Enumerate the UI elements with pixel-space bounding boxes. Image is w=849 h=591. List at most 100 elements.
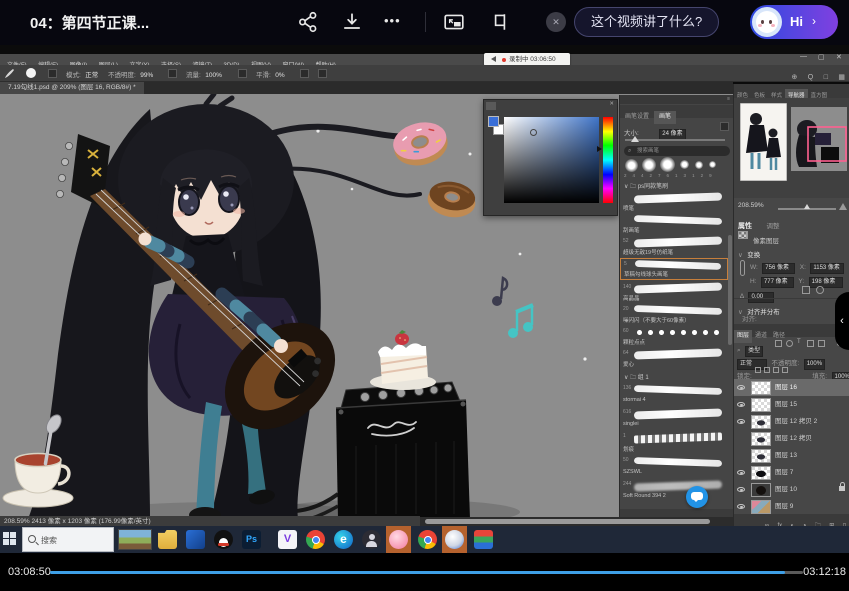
chrome-icon-2[interactable] xyxy=(418,530,437,549)
brush-item[interactable]: 1 划痕 xyxy=(620,431,728,455)
zoom-percent[interactable]: 208.59% xyxy=(738,202,764,209)
game-window-thumbnail[interactable] xyxy=(118,529,152,550)
pip-icon[interactable] xyxy=(442,11,466,33)
photoshop-icon[interactable]: Ps xyxy=(242,530,261,549)
filter-shape-icon[interactable] xyxy=(807,340,814,347)
home-icon[interactable]: ⊕ xyxy=(791,74,797,81)
brush-panel-toggle-icon[interactable] xyxy=(48,69,57,78)
brush-group-2[interactable]: ∨ 🗀 组 1 xyxy=(624,372,649,383)
start-button[interactable] xyxy=(3,532,17,546)
panel-menu-icon[interactable]: ≡ xyxy=(727,96,730,102)
foreground-color-swatch[interactable] xyxy=(488,116,499,127)
layer-thumbnail[interactable] xyxy=(751,398,771,412)
pink-app-icon[interactable] xyxy=(389,530,408,549)
navigator-thumbnail[interactable] xyxy=(791,107,847,171)
document-tab[interactable]: 7.19勾线1.psd @ 209% (图层 16, RGB/8#) * xyxy=(0,82,144,94)
visibility-eye-icon[interactable] xyxy=(737,487,745,492)
picker-close-icon[interactable]: ✕ xyxy=(609,101,614,107)
active-app-highlight[interactable] xyxy=(386,526,411,553)
flow-option[interactable]: 流量: 100% xyxy=(186,65,222,81)
filter-adjustment-icon[interactable] xyxy=(786,340,793,347)
smoothing-option[interactable]: 平滑: 0% xyxy=(256,65,285,81)
slider-knob[interactable] xyxy=(631,136,639,142)
pressure-opacity-icon[interactable] xyxy=(168,69,177,78)
saturation-brightness-field[interactable] xyxy=(504,117,599,203)
file-explorer-icon[interactable] xyxy=(158,530,177,549)
reference-image-thumbnail[interactable] xyxy=(740,103,787,181)
zoom-in-mountain-icon[interactable] xyxy=(839,203,847,210)
brush-size-slider[interactable] xyxy=(625,139,725,141)
brush-tool-icon[interactable] xyxy=(4,68,15,79)
filter-text-icon[interactable]: T xyxy=(797,339,801,345)
tab-adjustments[interactable]: 调整 xyxy=(766,223,779,230)
workspace-icon[interactable]: □ xyxy=(824,74,828,81)
visibility-eye-icon[interactable] xyxy=(737,402,745,407)
brush-item[interactable]: 60 颗粒点点 xyxy=(620,326,728,348)
download-icon[interactable] xyxy=(340,11,364,33)
brush-preset-icon[interactable] xyxy=(26,68,36,78)
zoom-slider-knob[interactable] xyxy=(804,204,810,209)
lock-transparent-icon[interactable] xyxy=(755,367,761,373)
brush-item[interactable]: 喷笔 xyxy=(620,192,728,214)
brush-item[interactable]: 616 singlei xyxy=(620,407,728,431)
layer-row[interactable]: 图层 16 xyxy=(734,379,849,396)
filter-pixel-icon[interactable] xyxy=(775,340,782,347)
brush-group-1[interactable]: ∨ 🗀 ps同款笔刷 xyxy=(624,181,668,192)
arrange-icon[interactable]: ▦ xyxy=(838,74,845,81)
brush-item[interactable]: 52 超级无敌19号仿纸笔 xyxy=(620,236,728,258)
layer-row[interactable]: 图层 12 拷贝 2 xyxy=(734,413,849,430)
layer-thumbnail[interactable] xyxy=(751,466,771,480)
note-flag-icon[interactable] xyxy=(488,11,512,33)
visibility-eye-icon[interactable] xyxy=(737,385,745,390)
brush-item[interactable]: 244 Soft Round 394 2 xyxy=(620,479,728,503)
layer-row[interactable]: 图层 7 xyxy=(734,464,849,481)
layer-row[interactable]: 图层 12 拷贝 xyxy=(734,430,849,447)
brush-search-box[interactable]: ⌕ 搜索画笔 xyxy=(624,146,730,156)
brush-item[interactable]: 20 噪闪闪（不要大于60像素） xyxy=(620,304,728,326)
restore-icon[interactable]: ▢ xyxy=(818,53,825,61)
brush-item[interactable]: 50 SZSWL xyxy=(620,455,728,479)
lock-all-icon[interactable] xyxy=(782,367,788,373)
active-app-highlight[interactable] xyxy=(442,526,467,553)
brushes-scrollbar[interactable] xyxy=(728,235,732,345)
scrollbar-thumb[interactable] xyxy=(425,519,710,524)
smoothing-gear-icon[interactable] xyxy=(300,69,309,78)
v-app-icon[interactable]: V xyxy=(278,530,297,549)
assistant-hi-button[interactable]: Hi › xyxy=(750,5,838,39)
visibility-eye-icon[interactable] xyxy=(737,470,745,475)
brush-item[interactable]: 刮画笔 xyxy=(620,214,728,236)
edge-icon[interactable]: e xyxy=(334,530,353,549)
lock-position-icon[interactable] xyxy=(773,367,779,373)
opacity-option[interactable]: 不透明度: 99% xyxy=(108,65,153,81)
brush-item-selected[interactable]: 5 草稿勾线球头画笔 xyxy=(620,258,728,280)
filter-smart-icon[interactable] xyxy=(818,340,825,347)
layer-thumbnail[interactable] xyxy=(751,449,771,463)
dismiss-ask-icon[interactable]: ✕ xyxy=(546,12,566,32)
layer-thumbnail[interactable] xyxy=(751,415,771,429)
layer-thumbnail[interactable] xyxy=(751,381,771,395)
lock-pixels-icon[interactable] xyxy=(764,367,770,373)
tab-properties[interactable]: 属性 xyxy=(738,223,752,230)
layer-row[interactable]: 图层 9 xyxy=(734,498,849,515)
taskbar-search[interactable]: 搜索 xyxy=(22,527,114,552)
brush-item[interactable]: 136 stormai 4 xyxy=(620,383,728,407)
y-value[interactable]: 198 像素 xyxy=(809,277,843,288)
share-icon[interactable] xyxy=(296,11,320,33)
account-app-icon[interactable] xyxy=(362,530,381,549)
layer-thumbnail[interactable] xyxy=(751,483,771,497)
minimize-icon[interactable]: — xyxy=(800,53,807,60)
chrome-icon[interactable] xyxy=(306,530,325,549)
brush-preset-row[interactable] xyxy=(622,157,732,171)
layer-row[interactable]: 图层 13 xyxy=(734,447,849,464)
office-app-icon[interactable] xyxy=(474,530,493,549)
ask-video-button[interactable]: 这个视频讲了什么? xyxy=(574,7,719,37)
close-icon[interactable]: ✕ xyxy=(836,53,842,61)
brush-item[interactable]: 64 爱心 xyxy=(620,348,728,370)
airbrush-icon[interactable] xyxy=(238,69,247,78)
flip-h-icon[interactable] xyxy=(802,286,810,294)
hue-strip[interactable] xyxy=(603,117,613,203)
rotate-icon[interactable] xyxy=(816,286,824,294)
color-cursor[interactable] xyxy=(530,129,537,136)
visibility-eye-icon[interactable] xyxy=(737,504,745,509)
layer-row[interactable]: 图层 15 xyxy=(734,396,849,413)
